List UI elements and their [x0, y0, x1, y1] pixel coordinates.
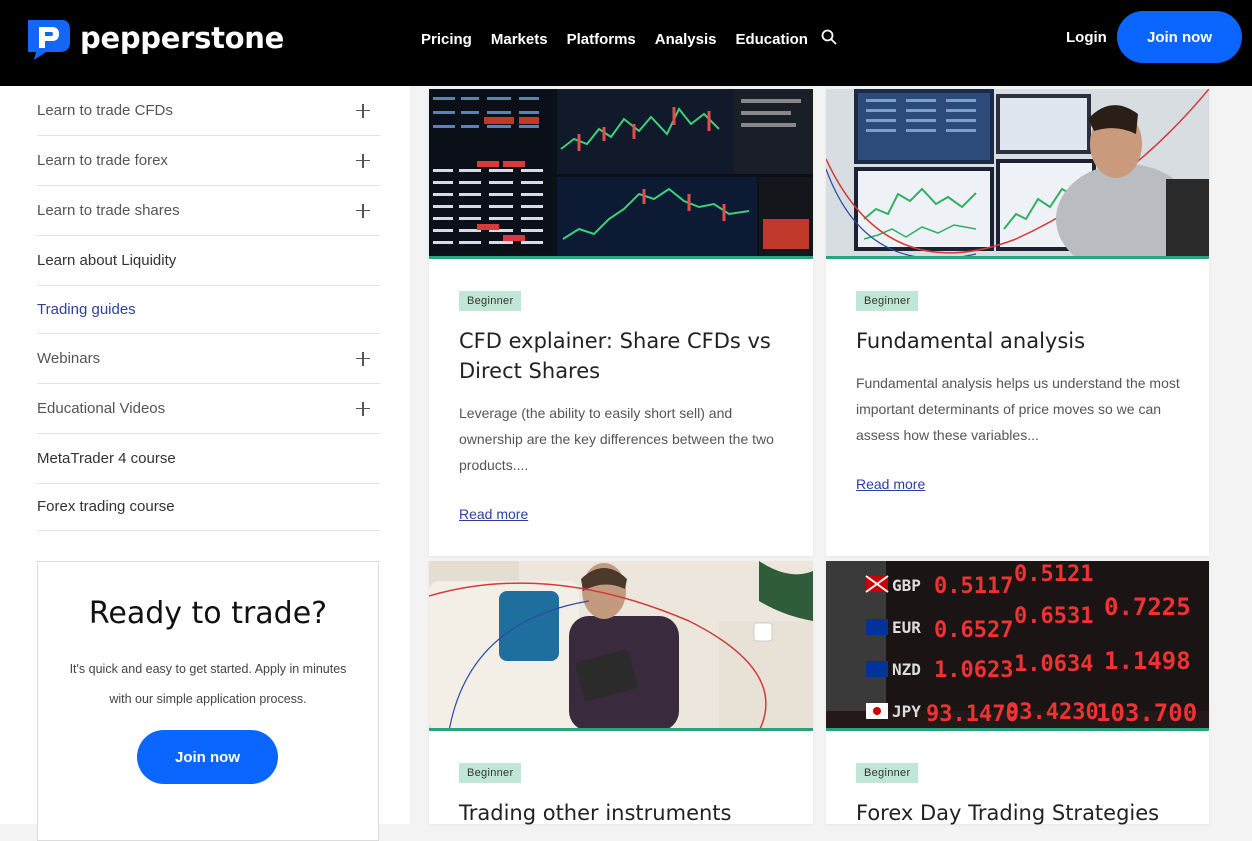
fx-ccy-jpy: JPY	[892, 702, 921, 721]
fx-jpy-1: 93.1470	[926, 702, 1019, 727]
read-more-link[interactable]: Read more	[459, 506, 528, 522]
sidebar-item-label: Learn about Liquidity	[37, 252, 177, 269]
join-now-button[interactable]: Join now	[1117, 11, 1242, 63]
fx-jpy-2: 93.4230	[1006, 700, 1099, 725]
sidebar-item-learn-cfds[interactable]: Learn to trade CFDs	[37, 86, 380, 136]
sidebar-item-learn-shares[interactable]: Learn to trade shares	[37, 186, 380, 236]
sidebar-item-label: Educational Videos	[37, 400, 166, 417]
fx-eur-1: 0.6527	[934, 618, 1013, 643]
fx-gbp-1: 0.5117	[934, 574, 1013, 599]
nav-pricing[interactable]: Pricing	[421, 31, 472, 48]
card-description: Leverage (the ability to easily short se…	[459, 405, 774, 473]
fx-ccy-gbp: GBP	[892, 576, 921, 595]
ready-to-trade-panel: Ready to trade? It's quick and easy to g…	[37, 561, 379, 841]
nav-platforms[interactable]: Platforms	[567, 31, 636, 48]
level-badge: Beginner	[459, 291, 522, 311]
sidebar-item-label: Learn to trade CFDs	[37, 102, 173, 119]
search-icon[interactable]	[821, 29, 837, 45]
card-description: Fundamental analysis helps us understand…	[856, 375, 1180, 443]
fx-nzd-2: 1.0634	[1014, 652, 1093, 677]
ready-join-button[interactable]: Join now	[137, 730, 278, 784]
fx-nzd-3: 1.1498	[1104, 647, 1191, 675]
plus-icon[interactable]	[356, 401, 370, 416]
ready-text: It's quick and easy to get started. Appl…	[69, 662, 347, 706]
fx-eur-3: 0.7225	[1104, 593, 1191, 621]
sidebar-item-webinars[interactable]: Webinars	[37, 334, 380, 384]
plus-icon[interactable]	[356, 103, 370, 118]
sidebar-item-educational-videos[interactable]: Educational Videos	[37, 384, 380, 434]
plus-icon[interactable]	[356, 203, 370, 218]
fx-nzd-1: 1.0623	[934, 658, 1013, 683]
logo-text: pepperstone	[80, 21, 284, 55]
plus-icon[interactable]	[356, 153, 370, 168]
fx-ccy-eur: EUR	[892, 618, 921, 637]
guide-card-cfd-explainer[interactable]: Beginner CFD explainer: Share CFDs vs Di…	[429, 89, 813, 556]
nav-markets[interactable]: Markets	[491, 31, 548, 48]
fx-eur-2: 0.6531	[1014, 604, 1093, 629]
main-nav: Pricing Markets Platforms Analysis Educa…	[421, 31, 827, 48]
card-title[interactable]: CFD explainer: Share CFDs vs Direct Shar…	[459, 326, 789, 386]
login-link[interactable]: Login	[1066, 29, 1107, 46]
fx-rates-board-image: GBP 0.5117 0.5121 EUR 0.6527 0.6531 0.72…	[826, 561, 1209, 731]
sidebar-item-mt4-course[interactable]: MetaTrader 4 course	[37, 434, 380, 484]
sidebar-item-trading-guides[interactable]: Trading guides	[37, 285, 380, 334]
sidebar-item-label: Trading guides	[37, 300, 136, 318]
sidebar-item-label: MetaTrader 4 course	[37, 450, 176, 467]
plus-icon[interactable]	[356, 351, 370, 366]
logo-icon	[24, 16, 72, 60]
sidebar-item-liquidity[interactable]: Learn about Liquidity	[37, 236, 380, 286]
top-header: pepperstone Pricing Markets Platforms An…	[0, 0, 1252, 86]
trading-screen-image	[429, 89, 813, 259]
trader-monitors-image	[826, 89, 1209, 259]
pepperstone-logo[interactable]: pepperstone	[24, 16, 284, 60]
nav-education[interactable]: Education	[735, 31, 808, 48]
sidebar-item-learn-forex[interactable]: Learn to trade forex	[37, 136, 380, 186]
guide-card-forex-day-trading[interactable]: GBP 0.5117 0.5121 EUR 0.6527 0.6531 0.72…	[826, 561, 1209, 825]
card-title[interactable]: Fundamental analysis	[856, 326, 1186, 356]
guide-card-fundamental-analysis[interactable]: Beginner Fundamental analysis Fundamenta…	[826, 89, 1209, 556]
ready-title: Ready to trade?	[88, 596, 328, 631]
sidebar-item-label: Forex trading course	[37, 498, 175, 515]
sidebar-item-label: Learn to trade forex	[37, 152, 168, 169]
guide-card-other-instruments[interactable]: Beginner Trading other instruments	[429, 561, 813, 825]
level-badge: Beginner	[856, 763, 919, 783]
level-badge: Beginner	[856, 291, 919, 311]
man-with-tablet-image	[429, 561, 813, 731]
nav-analysis[interactable]: Analysis	[655, 31, 717, 48]
sidebar-item-label: Webinars	[37, 350, 101, 367]
fx-ccy-nzd: NZD	[892, 660, 921, 679]
fx-gbp-2: 0.5121	[1014, 562, 1093, 587]
fx-jpy-3: 103.700	[1096, 699, 1197, 727]
read-more-link[interactable]: Read more	[856, 476, 925, 492]
sidebar-item-label: Learn to trade shares	[37, 202, 180, 219]
sidebar-item-forex-course[interactable]: Forex trading course	[37, 483, 380, 531]
level-badge: Beginner	[459, 763, 522, 783]
